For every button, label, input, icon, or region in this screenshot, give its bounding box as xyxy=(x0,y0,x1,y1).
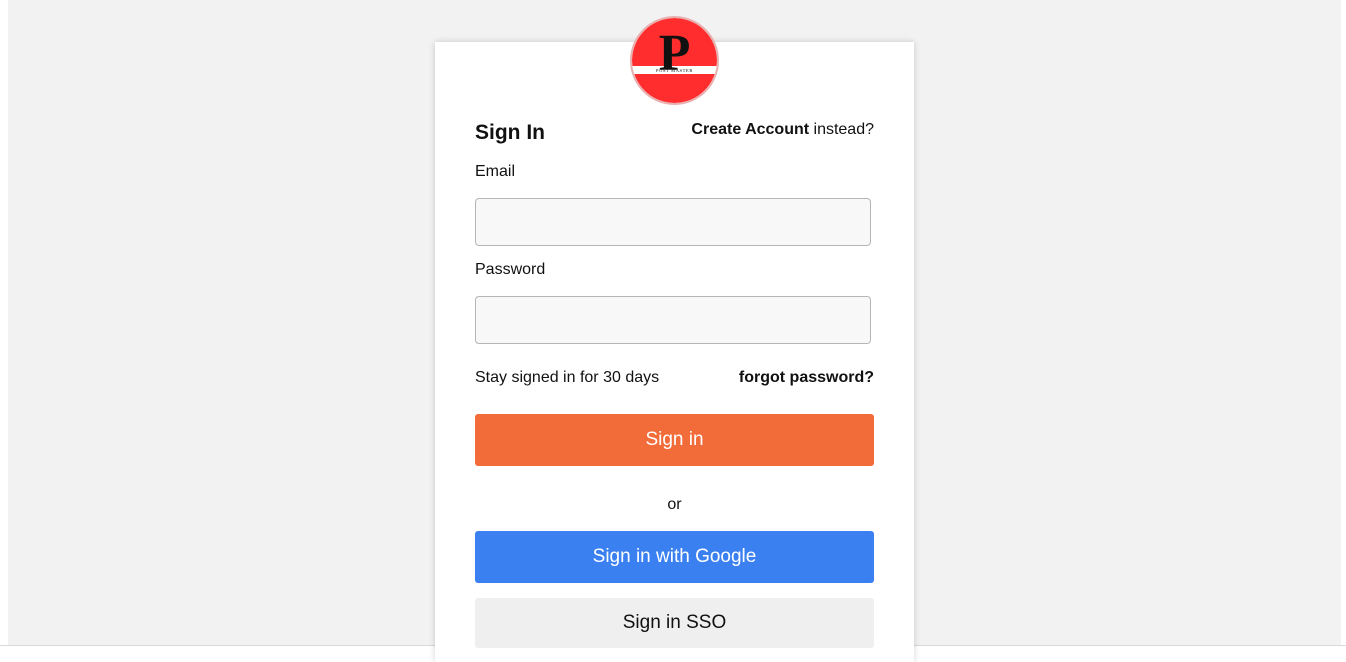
signin-button[interactable]: Sign in xyxy=(475,414,874,466)
create-account-link[interactable]: Create Account xyxy=(691,121,809,138)
stay-signed-in-text[interactable]: Stay signed in for 30 days xyxy=(475,369,659,387)
google-signin-button[interactable]: Sign in with Google xyxy=(475,531,874,583)
email-field[interactable] xyxy=(475,198,871,246)
logo-tagline: POST MASTER xyxy=(656,68,693,73)
create-account-prompt: Create Account instead? xyxy=(691,121,874,139)
or-separator: or xyxy=(667,496,682,513)
forgot-password-link[interactable]: forgot password? xyxy=(739,369,874,387)
password-label: Password xyxy=(475,261,546,278)
logo-letter: P xyxy=(659,25,691,82)
sso-signin-button[interactable]: Sign in SSO xyxy=(475,598,874,648)
password-field[interactable] xyxy=(475,296,871,344)
create-account-suffix: instead? xyxy=(809,121,875,138)
logo-graphic: P POST MASTER xyxy=(632,18,717,103)
email-label: Email xyxy=(475,163,516,180)
postmaster-logo: P POST MASTER xyxy=(632,18,717,103)
page-title: Sign In xyxy=(475,121,545,144)
